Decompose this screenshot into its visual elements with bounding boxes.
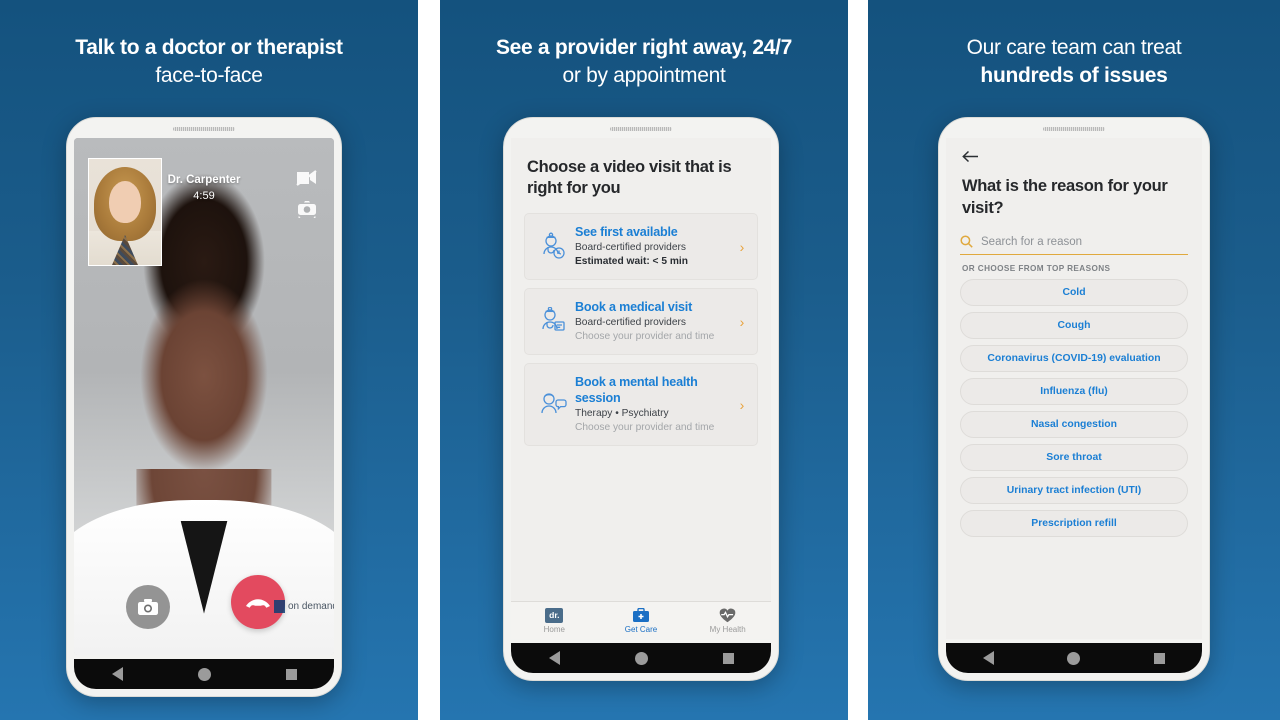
search-placeholder: Search for a reason	[981, 235, 1083, 248]
dr-logo-icon: dr.	[545, 607, 564, 623]
option-book-mental-health[interactable]: Book a mental health session Therapy • P…	[524, 363, 758, 446]
therapist-speech-icon	[531, 390, 575, 420]
doctor-badge-icon	[531, 306, 575, 337]
home-circle-icon[interactable]	[197, 667, 211, 681]
panel-video-call: Talk to a doctor or therapist face-to-fa…	[0, 0, 418, 720]
home-circle-icon[interactable]	[634, 651, 648, 665]
phone-2-screen: Choose a video visit that is right for y…	[511, 138, 771, 639]
panel-3-headline: Our care team can treat hundreds of issu…	[868, 34, 1280, 90]
tab-my-health[interactable]: My Health	[684, 602, 771, 639]
top-reasons-label: OR CHOOSE FROM TOP REASONS	[962, 264, 1111, 273]
tab-label: Home	[543, 624, 565, 634]
phone-mockup-2: Choose a video visit that is right for y…	[503, 117, 779, 681]
medical-bag-icon	[633, 607, 649, 622]
option-subtitle: Therapy • Psychiatry	[575, 408, 669, 419]
panel-choose-visit: See a provider right away, 24/7 or by ap…	[440, 0, 848, 720]
chevron-right-icon: ›	[739, 238, 745, 255]
headline-line-2: or by appointment	[562, 64, 726, 87]
reason-chip[interactable]: Coronavirus (COVID-19) evaluation	[960, 345, 1188, 372]
option-hint: Choose your provider and time	[575, 422, 715, 433]
reason-chip[interactable]: Influenza (flu)	[960, 378, 1188, 405]
option-text: Book a mental health session Therapy • P…	[575, 374, 735, 435]
recents-square-icon[interactable]	[285, 668, 297, 680]
tab-get-care[interactable]: Get Care	[598, 602, 685, 639]
app-root: Talk to a doctor or therapist face-to-fa…	[0, 0, 1280, 720]
headline-line-1: Our care team can treat	[966, 36, 1182, 59]
visit-options-list: See first available Board-certified prov…	[511, 199, 771, 454]
phone-mockup-1: Dr. Carpenter 4:59 on demand	[66, 117, 342, 697]
headline-line-2: hundreds of issues	[980, 64, 1168, 87]
option-see-first-available[interactable]: See first available Board-certified prov…	[524, 213, 758, 280]
camera-flip-icon[interactable]	[296, 200, 318, 223]
self-view-face	[109, 181, 141, 223]
panel-divider-1	[418, 0, 440, 720]
phone-3-screen: What is the reason for your visit? Searc…	[946, 138, 1202, 639]
doctor-clock-icon	[531, 232, 575, 262]
option-text: See first available Board-certified prov…	[575, 224, 735, 269]
search-input[interactable]: Search for a reason	[960, 235, 1188, 255]
call-timer: 4:59	[193, 190, 215, 202]
search-icon	[960, 235, 973, 248]
option-title: See first available	[575, 225, 678, 239]
headline-line-2: face-to-face	[155, 64, 263, 87]
page-title: What is the reason for your visit?	[962, 177, 1168, 217]
tab-label: My Health	[709, 624, 746, 634]
on-demand-watermark: on demand	[273, 600, 334, 613]
reason-chip[interactable]: Urinary tract infection (UTI)	[960, 477, 1188, 504]
panel-2-headline: See a provider right away, 24/7 or by ap…	[440, 34, 848, 90]
option-book-medical-visit[interactable]: Book a medical visit Board-certified pro…	[524, 288, 758, 355]
reason-chip[interactable]: Prescription refill	[960, 510, 1188, 537]
recents-square-icon[interactable]	[722, 652, 734, 664]
reason-chip[interactable]: Sore throat	[960, 444, 1188, 471]
camera-icon[interactable]	[126, 585, 170, 629]
brand-square-icon	[273, 600, 285, 613]
panel-reason-for-visit: Our care team can treat hundreds of issu…	[868, 0, 1280, 720]
option-subtitle: Board-certified providers	[575, 242, 686, 253]
android-navbar-2	[511, 643, 771, 673]
tab-label: Get Care	[624, 624, 658, 634]
bottom-tab-bar: dr. Home Get Care My Health	[511, 601, 771, 639]
option-wait-time: Estimated wait: < 5 min	[575, 256, 688, 267]
android-navbar-3	[946, 643, 1202, 673]
on-demand-label: on demand	[287, 601, 334, 612]
speaker-grille-icon	[610, 127, 672, 131]
headline-line-1: Talk to a doctor or therapist	[75, 36, 343, 59]
call-controls: on demand	[74, 573, 334, 629]
back-triangle-icon[interactable]	[111, 667, 123, 681]
android-navbar-1	[74, 659, 334, 689]
back-triangle-icon[interactable]	[548, 651, 560, 665]
reason-chip-list: Cold Cough Coronavirus (COVID-19) evalua…	[946, 273, 1202, 537]
panel-divider-2	[848, 0, 868, 720]
page-title: Choose a video visit that is right for y…	[527, 158, 732, 197]
headline-line-1: See a provider right away, 24/7	[495, 36, 793, 59]
reason-chip[interactable]: Cough	[960, 312, 1188, 339]
provider-name: Dr. Carpenter	[167, 174, 241, 186]
speaker-grille-icon	[173, 127, 235, 131]
video-off-icon[interactable]	[296, 170, 318, 191]
option-title: Book a mental health session	[575, 375, 698, 405]
option-hint: Choose your provider and time	[575, 331, 715, 342]
recents-square-icon[interactable]	[1154, 652, 1166, 664]
phone-mockup-3: What is the reason for your visit? Searc…	[938, 117, 1210, 681]
back-triangle-icon[interactable]	[982, 651, 994, 665]
speaker-grille-icon	[1043, 127, 1105, 131]
chevron-right-icon: ›	[739, 313, 745, 330]
phone-1-screen: Dr. Carpenter 4:59 on demand	[74, 138, 334, 655]
reason-chip[interactable]: Nasal congestion	[960, 411, 1188, 438]
panel-1-headline: Talk to a doctor or therapist face-to-fa…	[0, 34, 418, 90]
chevron-right-icon: ›	[739, 396, 745, 413]
option-title: Book a medical visit	[575, 300, 693, 314]
heart-pulse-icon	[719, 608, 736, 622]
reason-chip[interactable]: Cold	[960, 279, 1188, 306]
back-arrow-icon[interactable]	[946, 138, 1202, 171]
option-subtitle: Board-certified providers	[575, 317, 686, 328]
tab-home[interactable]: dr. Home	[511, 602, 598, 639]
option-text: Book a medical visit Board-certified pro…	[575, 299, 735, 344]
home-circle-icon[interactable]	[1067, 651, 1081, 665]
